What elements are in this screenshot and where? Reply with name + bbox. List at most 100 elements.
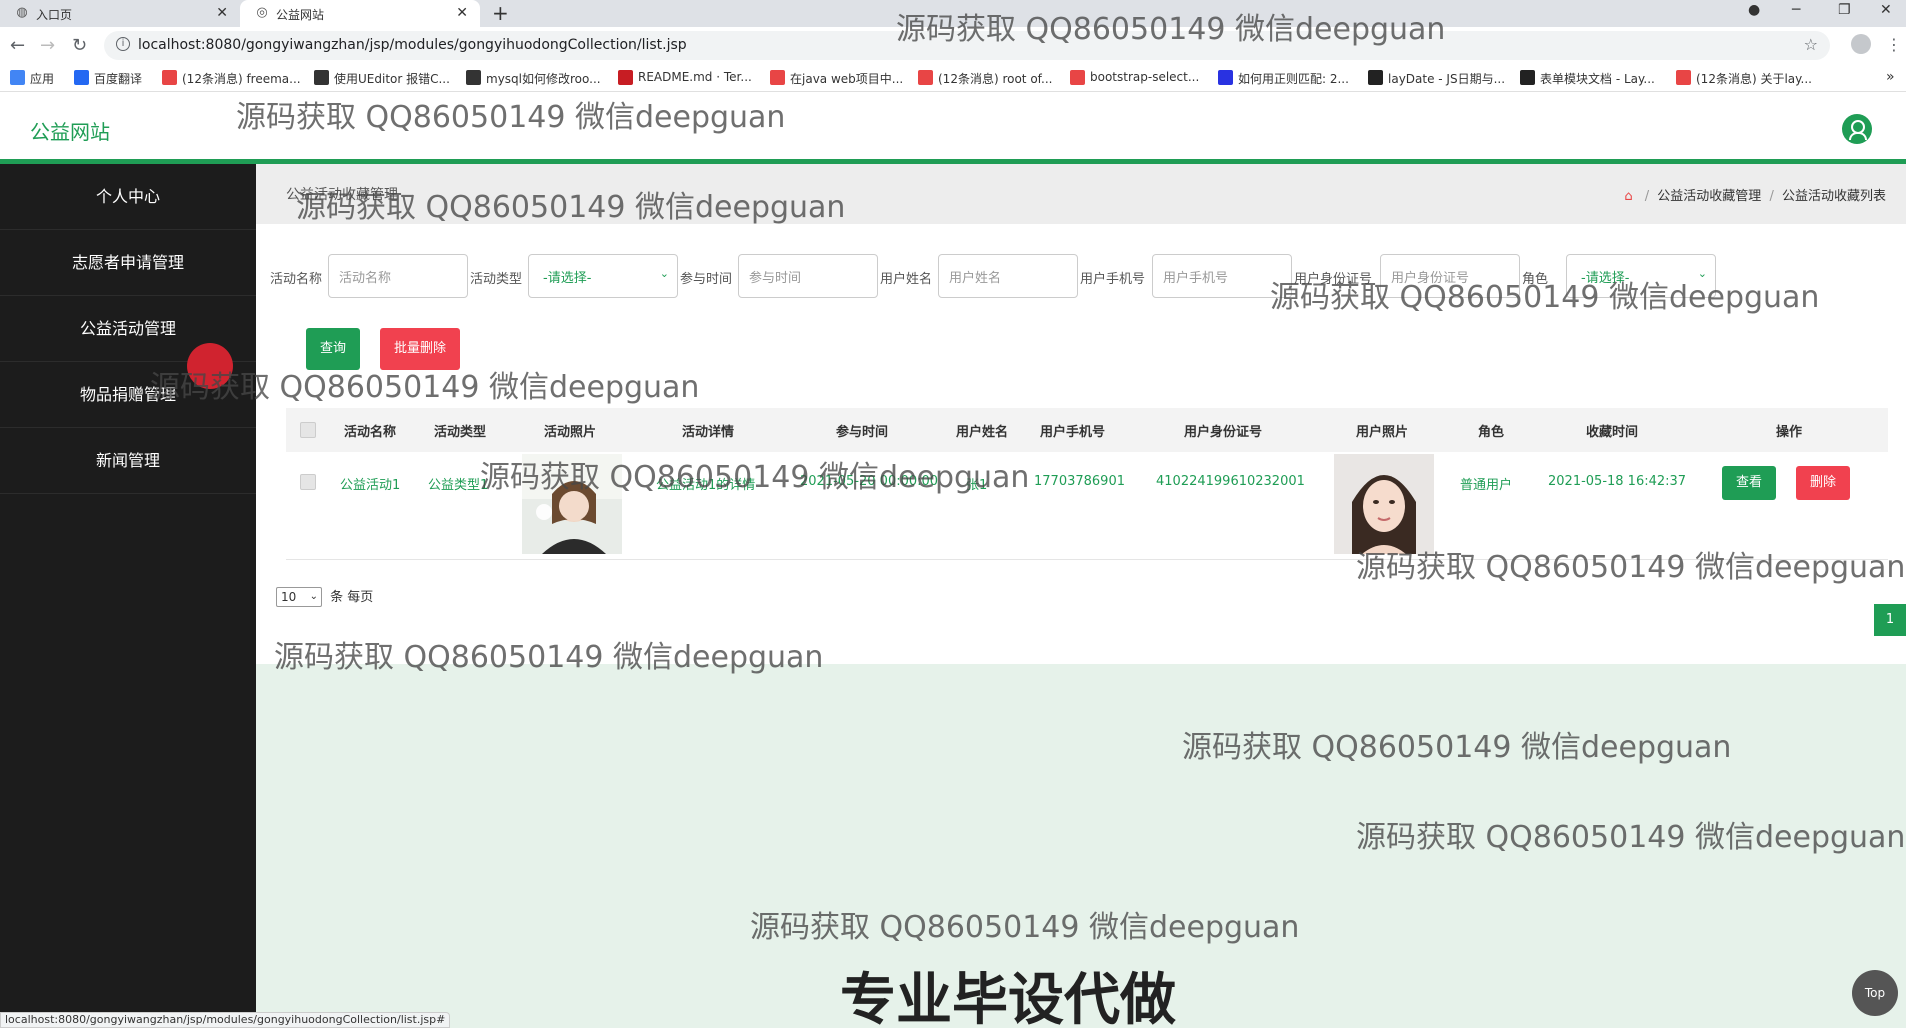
batch-delete-button[interactable]: 批量删除 (380, 328, 461, 370)
th-user-name: 用户姓名 (956, 425, 1009, 440)
id-card-input[interactable]: 用户身份证号 (1380, 254, 1520, 298)
user-name-input[interactable]: 用户姓名 (938, 254, 1078, 298)
breadcrumb-item[interactable]: 公益活动收藏管理 (1657, 189, 1761, 204)
main-content: 公益活动收藏管理 ⌂ / 公益活动收藏管理 / 公益活动收藏列表 活动名称 活动… (256, 164, 1906, 1028)
label-activity-type: 活动类型 (470, 272, 523, 287)
user-photo (1334, 454, 1434, 554)
select-value: -请选择- (543, 271, 592, 286)
bookmark-icon (314, 70, 329, 85)
query-button[interactable]: 查询 (306, 328, 361, 370)
bookmark-item[interactable]: 应用 (10, 70, 54, 87)
app-header: 公益网站 (0, 92, 1906, 164)
bookmark-item[interactable]: layDate - JS日期与... (1368, 70, 1505, 87)
label-role: 角色 (1522, 272, 1549, 287)
bookmark-item[interactable]: bootstrap-select... (1070, 70, 1199, 85)
bookmark-label: (12条消息) 关于lay... (1696, 72, 1812, 86)
row-checkbox[interactable] (300, 474, 316, 490)
browser-tab-bar: ◍ 入口页 ✕ ◎ 公益网站 ✕ + ● ─ ❐ ✕ (0, 0, 1906, 27)
profile-dropdown-icon[interactable]: ● (1748, 2, 1760, 18)
breadcrumb-separator: / (1769, 189, 1774, 204)
activity-name-input[interactable]: 活动名称 (328, 254, 468, 298)
bookmark-label: 如何用正则匹配: 2... (1238, 72, 1349, 86)
sidebar-item-personal-center[interactable]: 个人中心 (0, 164, 256, 230)
page-size-value: 10 (281, 590, 297, 604)
back-icon[interactable]: ← (10, 35, 25, 56)
select-value: -请选择- (1581, 271, 1630, 286)
view-button[interactable]: 查看 (1722, 466, 1777, 500)
breadcrumb: ⌂ / 公益活动收藏管理 / 公益活动收藏列表 (1624, 185, 1886, 204)
cursor-indicator (187, 343, 233, 389)
info-icon[interactable]: i (116, 37, 130, 51)
tab-label: 公益网站 (276, 8, 325, 22)
phone-input[interactable]: 用户手机号 (1152, 254, 1292, 298)
user-icon[interactable] (1842, 114, 1872, 144)
bookmark-label: 在java web项目中... (790, 72, 904, 86)
th-time: 参与时间 (836, 425, 889, 440)
bookmark-item[interactable]: 在java web项目中... (770, 70, 903, 87)
reload-icon[interactable]: ↻ (72, 35, 87, 56)
th-activity-photo: 活动照片 (544, 425, 597, 440)
bookmark-label: README.md · Ter... (638, 70, 752, 84)
bookmark-label: (12条消息) freema... (182, 72, 301, 86)
role-select[interactable]: -请选择- ⌄ (1566, 254, 1716, 298)
url-field[interactable]: i localhost:8080/gongyiwangzhan/jsp/modu… (104, 31, 1830, 60)
bookmarks-overflow-icon[interactable]: » (1886, 69, 1895, 85)
close-icon[interactable]: ✕ (216, 5, 228, 21)
back-to-top-button[interactable]: Top (1852, 970, 1898, 1016)
bookmark-icon (1520, 70, 1535, 85)
browser-tab-site[interactable]: ◎ 公益网站 ✕ (240, 0, 480, 27)
profile-icon[interactable] (1851, 34, 1871, 54)
close-window-icon[interactable]: ✕ (1880, 2, 1892, 18)
bookmark-icon (74, 70, 89, 85)
sidebar-item-news[interactable]: 新闻管理 (0, 428, 256, 494)
menu-icon[interactable]: ⋮ (1886, 35, 1902, 54)
bookmark-label: mysql如何修改roo... (486, 72, 601, 86)
forward-icon[interactable]: → (40, 35, 55, 56)
bookmark-item[interactable]: 表单模块文档 - Lay... (1520, 70, 1655, 87)
bookmarks-bar: 应用 百度翻译 (12条消息) freema... 使用UEditor 报错C... m… (0, 64, 1906, 92)
bookmark-item[interactable]: mysql如何修改roo... (466, 70, 601, 87)
restore-icon[interactable]: ❐ (1838, 2, 1851, 18)
bookmark-item[interactable]: 如何用正则匹配: 2... (1218, 70, 1349, 87)
bookmark-icon (770, 70, 785, 85)
sidebar-item-volunteer-apply[interactable]: 志愿者申请管理 (0, 230, 256, 296)
pager: 10 ⌄ 条 每页 (276, 586, 373, 607)
new-tab-button[interactable]: + (492, 1, 509, 25)
promo-text: 专业毕设代做 (840, 968, 1176, 1028)
close-icon[interactable]: ✕ (456, 5, 468, 21)
site-title[interactable]: 公益网站 (30, 116, 110, 145)
page-size-select[interactable]: 10 ⌄ (276, 587, 322, 607)
cell-role: 普通用户 (1460, 478, 1513, 493)
bookmark-icon (466, 70, 481, 85)
bookmark-icon (1368, 70, 1383, 85)
home-icon[interactable]: ⌂ (1624, 189, 1632, 204)
bookmark-item[interactable]: (12条消息) root of... (918, 70, 1052, 87)
bookmark-item[interactable]: (12条消息) 关于lay... (1676, 70, 1812, 87)
minimize-icon[interactable]: ─ (1792, 2, 1800, 18)
bookmark-label: layDate - JS日期与... (1388, 72, 1506, 86)
sidebar: 个人中心 志愿者申请管理 公益活动管理 物品捐赠管理 新闻管理 (0, 164, 256, 1028)
star-icon[interactable]: ☆ (1804, 35, 1818, 54)
cell-time: 2021-05-20 00:00:00 (800, 474, 939, 489)
page-number-button[interactable]: 1 (1874, 604, 1906, 636)
delete-button[interactable]: 删除 (1796, 466, 1851, 500)
breadcrumb-item: 公益活动收藏列表 (1781, 189, 1886, 204)
browser-tab-entry[interactable]: ◍ 入口页 ✕ (0, 0, 240, 27)
address-bar: ← → ↻ i localhost:8080/gongyiwangzhan/js… (0, 27, 1906, 64)
breadcrumb-bar: 公益活动收藏管理 ⌂ / 公益活动收藏管理 / 公益活动收藏列表 (256, 164, 1906, 224)
time-input[interactable]: 参与时间 (738, 254, 878, 298)
bookmark-icon (618, 70, 633, 85)
bookmark-item[interactable]: 使用UEditor 报错C... (314, 70, 450, 87)
bookmark-label: (12条消息) root of... (938, 72, 1053, 86)
activity-type-select[interactable]: -请选择- ⌄ (528, 254, 678, 298)
cell-activity-detail: 公益活动1的详情 (656, 478, 756, 493)
cell-activity-type: 公益类型1 (428, 478, 489, 493)
bookmark-label: 表单模块文档 - Lay... (1540, 72, 1655, 86)
bookmark-item[interactable]: README.md · Ter... (618, 70, 752, 85)
th-activity-detail: 活动详情 (682, 425, 735, 440)
cell-activity-name: 公益活动1 (340, 478, 401, 493)
bookmark-item[interactable]: 百度翻译 (74, 70, 142, 87)
bookmark-item[interactable]: (12条消息) freema... (162, 70, 301, 87)
select-all-checkbox[interactable] (300, 422, 316, 438)
page-title: 公益活动收藏管理 (286, 187, 398, 203)
